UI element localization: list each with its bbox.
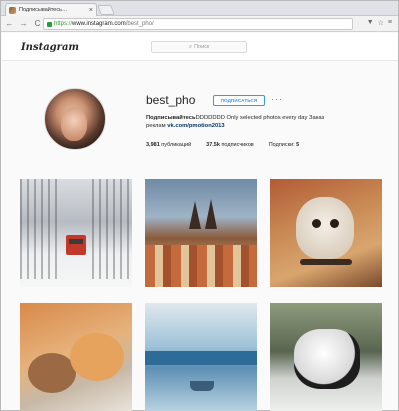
search-input[interactable]: ⌕ Поиск	[151, 41, 247, 53]
new-tab-button[interactable]	[97, 5, 115, 15]
lock-icon	[47, 21, 52, 27]
photo-tile[interactable]	[20, 303, 132, 411]
city-roofs	[145, 245, 257, 287]
fluffy-dog	[294, 329, 360, 389]
followers-count: 37.5k	[206, 142, 220, 148]
bio-line2: реклам	[146, 123, 166, 129]
more-options-icon[interactable]: ···	[271, 94, 283, 104]
profile-stats: 3,981 публикаций 37.5k подписчиков Подпи…	[146, 142, 299, 148]
instagram-logo[interactable]: Instagram	[21, 42, 79, 53]
url-path: /best_pho/	[125, 21, 154, 27]
posts-count: 3,981	[146, 142, 160, 148]
rabbit	[28, 353, 76, 393]
instagram-header: Instagram ⌕ Поиск	[2, 33, 398, 61]
tab-bar: Подписывайтесь… ×	[1, 1, 398, 16]
follow-button[interactable]: ПОДПИСАТЬСЯ	[213, 95, 265, 106]
trees-right	[92, 179, 132, 279]
rabbit	[70, 333, 124, 381]
profile-bio: ПодписывайтесьDDDDDDD Only selected phot…	[146, 114, 386, 130]
bookmark-star-icon[interactable]: ☆	[378, 19, 384, 27]
menu-icon[interactable]: ≡	[388, 19, 392, 27]
photo-tile[interactable]	[270, 303, 382, 411]
toolbar-right-icons: ▼ ☆ ≡	[367, 19, 392, 27]
church-spire	[205, 199, 217, 229]
profile-username: best_pho	[146, 93, 196, 107]
search-icon: ⌕	[188, 43, 193, 50]
address-bar[interactable]: https://www.instagram.com/best_pho/	[43, 18, 353, 30]
photo-tile[interactable]	[145, 179, 257, 287]
posts-label: публикаций	[161, 142, 192, 148]
search-placeholder: Поиск	[194, 44, 210, 50]
dog-eye	[312, 219, 321, 228]
following-count: 5	[296, 142, 300, 148]
bio-link[interactable]: vk.com/pmotion2013	[167, 123, 224, 129]
church-spire	[189, 201, 201, 229]
dog-eye	[330, 219, 339, 228]
photo-tile[interactable]	[270, 179, 382, 287]
dog-collar	[300, 259, 352, 265]
boat	[190, 381, 214, 391]
url-scheme: https://	[54, 21, 73, 27]
followers-stat[interactable]: 37.5k подписчиков	[206, 142, 254, 148]
browser-window: Подписывайтесь… × ← → C https://www.inst…	[0, 0, 399, 411]
close-tab-icon[interactable]: ×	[89, 7, 93, 14]
url-host: www.instagram.com	[72, 21, 126, 27]
bio-bold-text: Подписывайтесь	[146, 115, 196, 121]
dog-head	[296, 197, 354, 259]
trees-left	[20, 179, 60, 279]
back-arrow-icon[interactable]: ←	[4, 18, 15, 29]
photo-tile[interactable]	[20, 179, 132, 287]
bio-line1: DDDDDDD Only selected photos every day З…	[195, 115, 325, 121]
red-tram	[66, 235, 86, 255]
posts-stat[interactable]: 3,981 публикаций	[146, 142, 191, 148]
forward-arrow-icon[interactable]: →	[18, 18, 29, 29]
browser-tab[interactable]: Подписывайтесь… ×	[5, 3, 97, 16]
followers-label: подписчиков	[221, 142, 254, 148]
lake	[145, 351, 257, 365]
profile-avatar[interactable]	[44, 88, 106, 150]
tab-title: Подписывайтесь…	[19, 7, 68, 13]
filter-icon[interactable]: ▼	[367, 19, 374, 27]
photo-tile[interactable]	[145, 303, 257, 411]
instagram-favicon-icon	[9, 6, 16, 14]
reload-icon[interactable]: C	[32, 18, 43, 29]
browser-toolbar: ← → C https://www.instagram.com/best_pho…	[1, 16, 398, 32]
url-text: https://www.instagram.com/best_pho/	[54, 21, 154, 27]
following-stat[interactable]: Подписки: 5	[269, 142, 300, 148]
following-label: Подписки:	[268, 142, 295, 148]
